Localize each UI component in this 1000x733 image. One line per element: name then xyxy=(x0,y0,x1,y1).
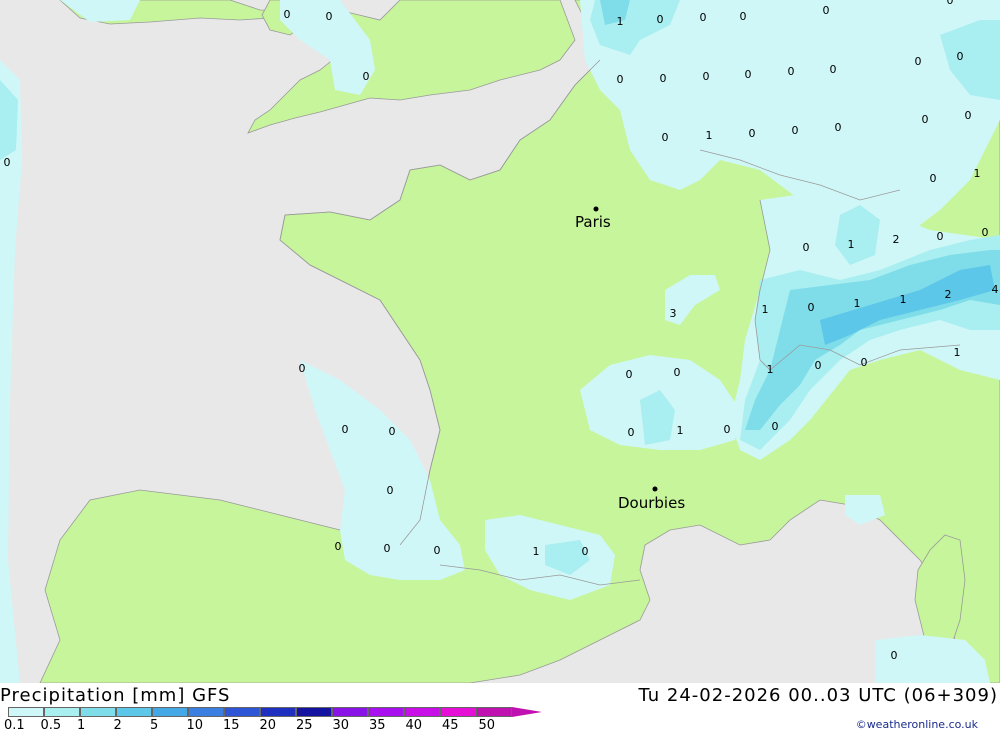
grid-value: 1 xyxy=(854,297,861,310)
grid-value: 0 xyxy=(815,359,822,372)
grid-value: 0 xyxy=(626,368,633,381)
grid-value: 0 xyxy=(861,356,868,369)
grid-value: 0 xyxy=(724,423,731,436)
grid-value: 0 xyxy=(363,70,370,83)
grid-value: 0 xyxy=(674,366,681,379)
grid-value: 1 xyxy=(767,363,774,376)
legend-swatch xyxy=(188,707,224,717)
grid-value: 0 xyxy=(830,63,837,76)
grid-value: 0 xyxy=(803,241,810,254)
color-legend xyxy=(8,707,542,717)
grid-value: 4 xyxy=(992,283,999,296)
grid-value: 0 xyxy=(387,484,394,497)
grid-value: 0 xyxy=(891,649,898,662)
legend-swatch xyxy=(152,707,188,717)
grid-value: 0 xyxy=(660,72,667,85)
grid-value: 0 xyxy=(915,55,922,68)
legend-swatch xyxy=(332,707,368,717)
legend-swatch xyxy=(260,707,296,717)
svg-text:Paris: Paris xyxy=(575,213,611,231)
grid-value: 0 xyxy=(4,156,11,169)
grid-value: 0 xyxy=(930,172,937,185)
grid-value: 0 xyxy=(788,65,795,78)
grid-value: 0 xyxy=(957,50,964,63)
grid-value: 0 xyxy=(700,11,707,24)
grid-value: 0 xyxy=(792,124,799,137)
grid-value: 0 xyxy=(772,420,779,433)
grid-value: 0 xyxy=(965,109,972,122)
legend-label: 0.1 xyxy=(4,718,25,733)
legend-arrow xyxy=(512,707,542,717)
legend-label: 45 xyxy=(442,718,459,733)
legend-swatch xyxy=(80,707,116,717)
grid-value: 0 xyxy=(284,8,291,21)
grid-value: 0 xyxy=(749,127,756,140)
grid-value: 0 xyxy=(434,544,441,557)
legend-label: 50 xyxy=(478,718,496,733)
grid-value: 3 xyxy=(670,307,677,320)
legend-swatch xyxy=(224,707,260,717)
legend-label: 5 xyxy=(150,718,159,733)
grid-value: 0 xyxy=(823,4,830,17)
grid-value: 0 xyxy=(982,226,989,239)
legend-swatch xyxy=(8,707,44,717)
grid-value: 2 xyxy=(893,233,900,246)
legend-label: 0.5 xyxy=(40,718,62,733)
grid-value: 0 xyxy=(384,542,391,555)
grid-value: 0 xyxy=(326,10,333,23)
grid-value: 0 xyxy=(657,13,664,26)
grid-value: 0 xyxy=(937,230,944,243)
legend-label: 40 xyxy=(405,718,423,733)
grid-value: 0 xyxy=(703,70,710,83)
legend-swatch xyxy=(440,707,476,717)
svg-text:Dourbies: Dourbies xyxy=(618,494,685,512)
grid-value: 1 xyxy=(533,545,540,558)
grid-value: 1 xyxy=(706,129,713,142)
legend-label: 15 xyxy=(223,718,240,733)
grid-value: 0 xyxy=(662,131,669,144)
grid-value: 1 xyxy=(954,346,961,359)
grid-value: 1 xyxy=(848,238,855,251)
grid-value: 0 xyxy=(582,545,589,558)
grid-value: 1 xyxy=(900,293,907,306)
grid-value: 0 xyxy=(617,73,624,86)
legend-label: 30 xyxy=(332,718,350,733)
legend-swatch xyxy=(476,707,512,717)
grid-value: 2 xyxy=(945,288,952,301)
grid-value: 0 xyxy=(740,10,747,23)
grid-value: 1 xyxy=(762,303,769,316)
legend-labels: 0.1 0.5 1 2 5 10 15 20 25 30 35 40 45 50 xyxy=(0,718,560,733)
grid-value: 0 xyxy=(922,113,929,126)
grid-value: 1 xyxy=(974,167,981,180)
legend-swatch xyxy=(296,707,332,717)
legend-label: 10 xyxy=(186,718,204,733)
grid-value: 0 xyxy=(835,121,842,134)
grid-value: 0 xyxy=(389,425,396,438)
map-title: Precipitation [mm] GFS xyxy=(0,685,231,706)
legend-label: 35 xyxy=(369,718,386,733)
legend-label: 2 xyxy=(113,718,122,733)
credit-link[interactable]: ©weatheronline.co.uk xyxy=(856,718,978,731)
legend-label: 25 xyxy=(296,718,313,733)
legend-swatch xyxy=(404,707,440,717)
grid-value: 1 xyxy=(677,424,684,437)
grid-value: 0 xyxy=(299,362,306,375)
grid-value: 0 xyxy=(628,426,635,439)
valid-time: Tu 24-02-2026 00..03 UTC (06+309) xyxy=(638,685,998,706)
grid-value: 0 xyxy=(342,423,349,436)
legend-label: 1 xyxy=(77,718,86,733)
grid-value: 0 xyxy=(335,540,342,553)
legend-swatch xyxy=(368,707,404,717)
grid-value: 0 xyxy=(947,0,954,7)
grid-value: 1 xyxy=(617,15,624,28)
grid-value: 0 xyxy=(808,301,815,314)
grid-value: 0 xyxy=(745,68,752,81)
legend-swatch xyxy=(116,707,152,717)
legend-swatch xyxy=(44,707,80,717)
legend-label: 20 xyxy=(259,718,277,733)
precipitation-map[interactable]: Paris Dourbies 0 0 1 0 0 0 0 0 0 0 0 0 0 0 0 0 0 0 0 1 0 0 0 0 0… xyxy=(0,0,1000,683)
